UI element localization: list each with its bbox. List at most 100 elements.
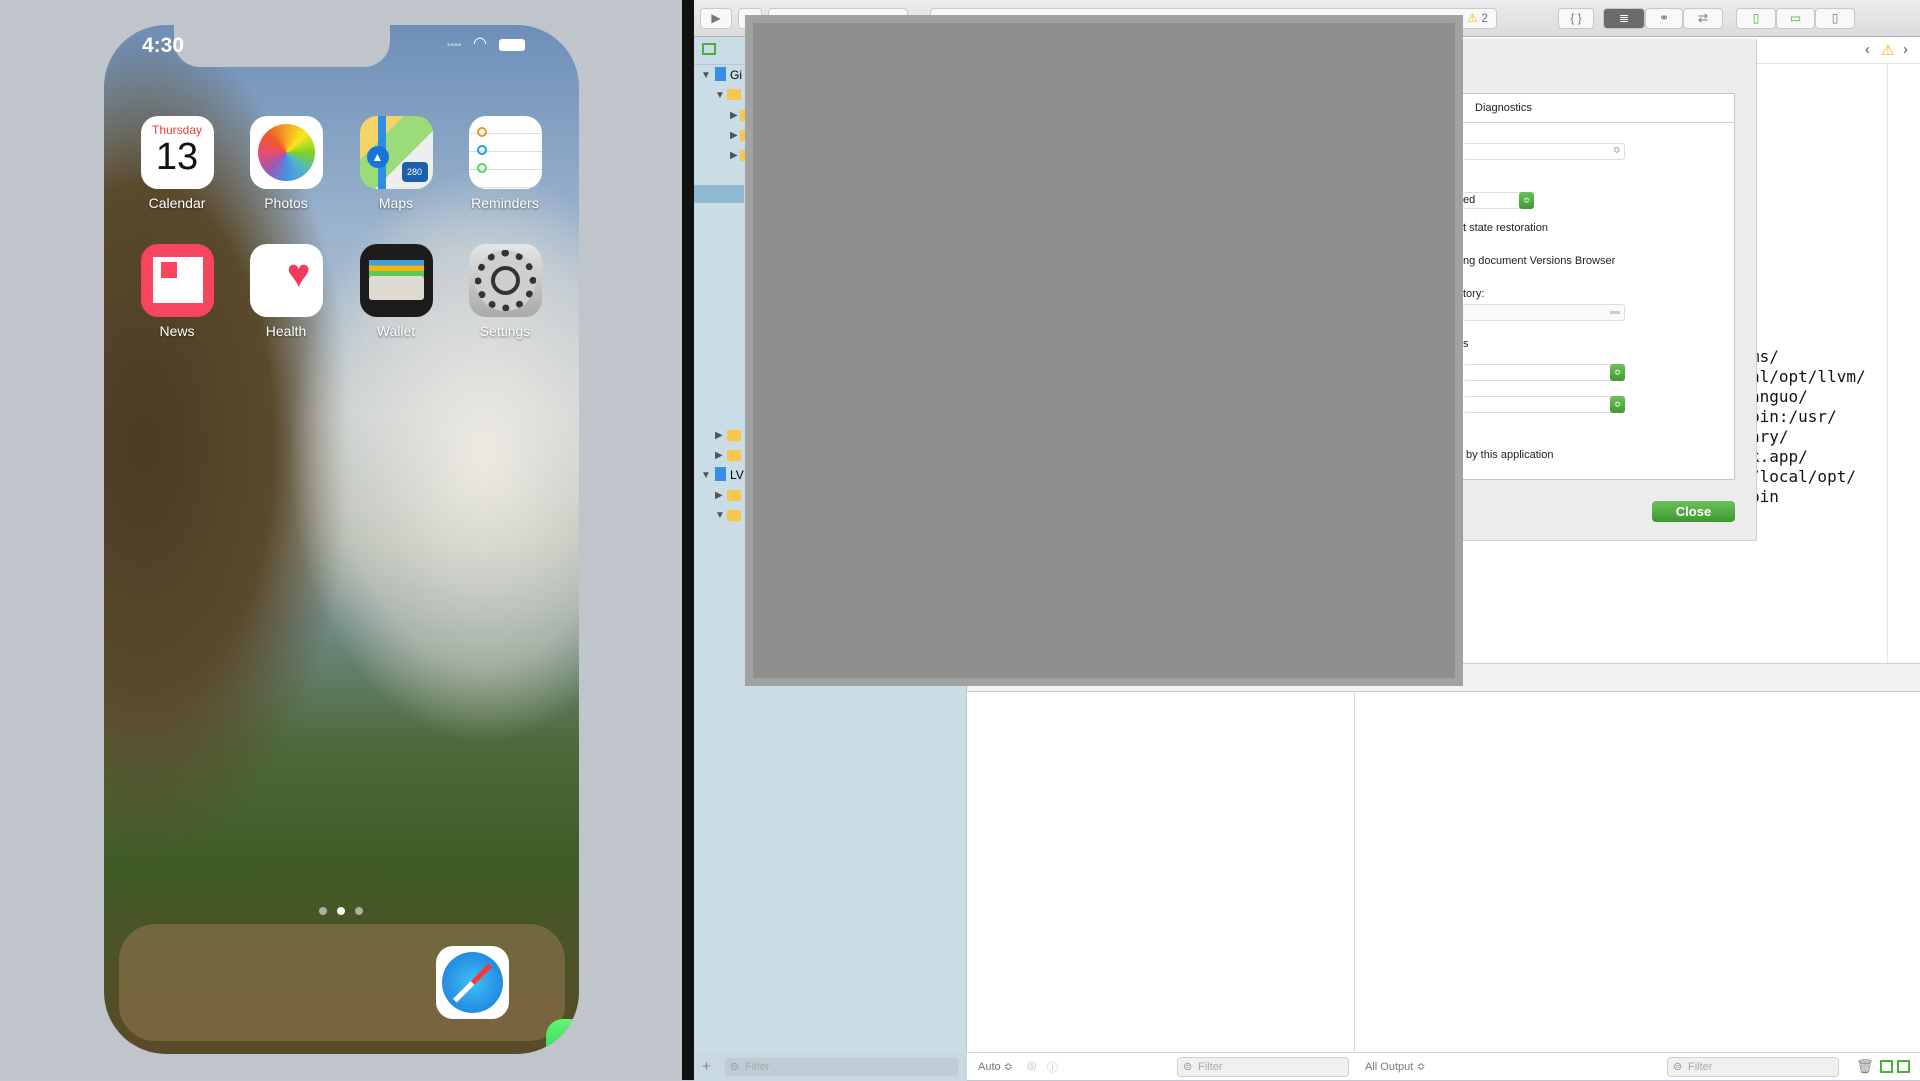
version-editor-button[interactable]: ⇄: [1683, 8, 1723, 29]
app-label: Health: [265, 323, 307, 339]
news-icon: [140, 244, 214, 317]
toggle-navigator-button[interactable]: ▯: [1736, 8, 1776, 29]
run-button[interactable]: ▶: [700, 8, 732, 29]
folder-tab-icon[interactable]: [702, 43, 716, 55]
show-console-icon[interactable]: [1897, 1060, 1910, 1073]
option-label: ng document Versions Browser: [1463, 255, 1616, 267]
selected-row[interactable]: [694, 185, 744, 203]
page-dot[interactable]: [319, 907, 327, 915]
stepper-icon: ≎: [1519, 192, 1534, 209]
app-wallet[interactable]: Wallet: [341, 244, 451, 339]
source-editor[interactable]: ‹ ⚠ › ms/ al/opt/llvm/ anguo/ bin:/usr/ …: [1750, 37, 1920, 663]
code-line: k.app/: [1750, 447, 1808, 466]
warning-icon[interactable]: ⚠: [1881, 41, 1894, 59]
folder-icon[interactable]: ▬: [1610, 306, 1620, 317]
output-select[interactable]: All Output ≎: [1365, 1060, 1426, 1073]
library-button[interactable]: { }: [1558, 8, 1594, 29]
code-line: bin:/usr/: [1750, 407, 1837, 426]
trash-icon[interactable]: 🗑: [1856, 1058, 1874, 1075]
app-maps[interactable]: ▲ 280 Maps: [341, 116, 451, 211]
option-label: tory:: [1463, 288, 1485, 300]
project-icon: [715, 67, 726, 81]
app-label: News: [159, 323, 195, 339]
code-line: /local/opt/: [1750, 467, 1856, 486]
variables-view: [967, 692, 1355, 1052]
settings-icon: [468, 244, 542, 317]
project-icon: [715, 467, 726, 481]
info-icon[interactable]: ⓘ: [1047, 1059, 1058, 1075]
calendar-icon: Thursday 13: [140, 116, 214, 189]
chevron-right-icon[interactable]: ›: [1903, 41, 1908, 58]
folder-icon: [727, 490, 741, 501]
app-label: Maps: [378, 195, 414, 211]
toggle-debug-button[interactable]: ▭: [1776, 8, 1815, 29]
app-label: Calendar: [148, 195, 206, 211]
warning-icon: ⚠: [1467, 11, 1478, 25]
popup-button[interactable]: ≎: [1463, 143, 1625, 160]
jump-bar: ‹ ⚠ ›: [1757, 37, 1920, 64]
warning-count: 2: [1481, 11, 1488, 25]
console-view[interactable]: [1355, 692, 1920, 1052]
bottom-bar: + Filter Auto ≎ ◎ ⓘ Filter All Output ≎ …: [694, 1052, 1920, 1081]
navigator-filter-input[interactable]: Filter: [724, 1057, 959, 1077]
calendar-day: Thursday: [151, 123, 203, 137]
photos-icon: [249, 116, 323, 189]
nav-item[interactable]: LV: [730, 468, 744, 482]
stepper-icon: ≎: [1610, 396, 1625, 413]
nav-item[interactable]: Gi: [730, 68, 742, 82]
option-label: by this application: [1466, 449, 1554, 461]
popup-value: ed: [1463, 194, 1476, 206]
app-settings[interactable]: Settings: [450, 244, 560, 339]
app-news[interactable]: News: [122, 244, 232, 339]
eye-icon[interactable]: ◎: [1027, 1059, 1037, 1072]
directory-field[interactable]: ▬: [1463, 304, 1625, 321]
app-health[interactable]: ♥ Health: [231, 244, 341, 339]
wifi-icon: ◠: [473, 35, 487, 52]
app-reminders[interactable]: Reminders: [450, 116, 560, 211]
add-icon[interactable]: +: [702, 1058, 711, 1075]
interstate-shield: 280: [401, 162, 428, 182]
status-time: 4:30: [142, 34, 185, 57]
option-label: t state restoration: [1463, 222, 1548, 234]
assistant-editor-button[interactable]: ⚭: [1645, 8, 1683, 29]
app-label: Wallet: [376, 323, 416, 339]
stepper-icon: ≎: [1610, 364, 1625, 381]
options-panel: Diagnostics ≎ ed ≎ t state restoration n…: [1463, 93, 1735, 480]
page-dot[interactable]: [355, 907, 363, 915]
popup-button[interactable]: ed ≎: [1463, 192, 1534, 209]
iphone-screen: 4:30 ▪▪▪▪ ◠ Thursday 13 Calendar Photos …: [104, 25, 579, 1054]
disclosure-triangle[interactable]: ▼: [701, 70, 711, 81]
popup-button[interactable]: ≎: [1463, 396, 1625, 413]
xcode-window: ▶ ■ ⚠ 2 { } ≣ ⚭ ⇄ ▯ ▭ ▯ ▼ Gi ▼ ▶ ▶ ▶ ▶ ▶…: [694, 0, 1920, 1081]
folder-icon: [727, 450, 741, 461]
app-label: Photos: [264, 195, 308, 211]
scheme-editor-sheet: Diagnostics ≎ ed ≎ t state restoration n…: [1463, 39, 1757, 541]
gray-overlay-window: [745, 15, 1463, 686]
page-dot-active[interactable]: [337, 907, 345, 915]
tab-diagnostics[interactable]: Diagnostics: [1475, 102, 1532, 114]
app-calendar[interactable]: Thursday 13 Calendar: [122, 116, 232, 211]
wallet-icon: [359, 244, 433, 317]
close-button[interactable]: Close: [1652, 501, 1735, 522]
standard-editor-button[interactable]: ≣: [1603, 8, 1645, 29]
app-label: Settings: [479, 323, 531, 339]
console-filter-input[interactable]: Filter: [1667, 1057, 1839, 1077]
safari-icon[interactable]: [435, 946, 509, 1019]
code-line: anguo/: [1750, 387, 1808, 406]
variables-scope-select[interactable]: Auto ≎: [978, 1060, 1013, 1073]
chevron-left-icon[interactable]: ‹: [1865, 41, 1870, 58]
variables-filter-input[interactable]: Filter: [1177, 1057, 1349, 1077]
folder-icon: [727, 89, 741, 100]
app-photos[interactable]: Photos: [231, 116, 341, 211]
calendar-date: 13: [155, 136, 199, 178]
app-label: Reminders: [471, 195, 539, 211]
popup-button[interactable]: ≎: [1463, 364, 1625, 381]
toggle-inspector-button[interactable]: ▯: [1815, 8, 1855, 29]
option-label: s: [1463, 338, 1469, 350]
gutter-line: [1887, 64, 1888, 663]
show-variables-icon[interactable]: [1880, 1060, 1893, 1073]
split-divider[interactable]: [682, 0, 694, 1080]
reminders-icon: [468, 116, 542, 189]
messages-icon[interactable]: [545, 1019, 579, 1054]
code-line: al/opt/llvm/: [1750, 367, 1866, 386]
